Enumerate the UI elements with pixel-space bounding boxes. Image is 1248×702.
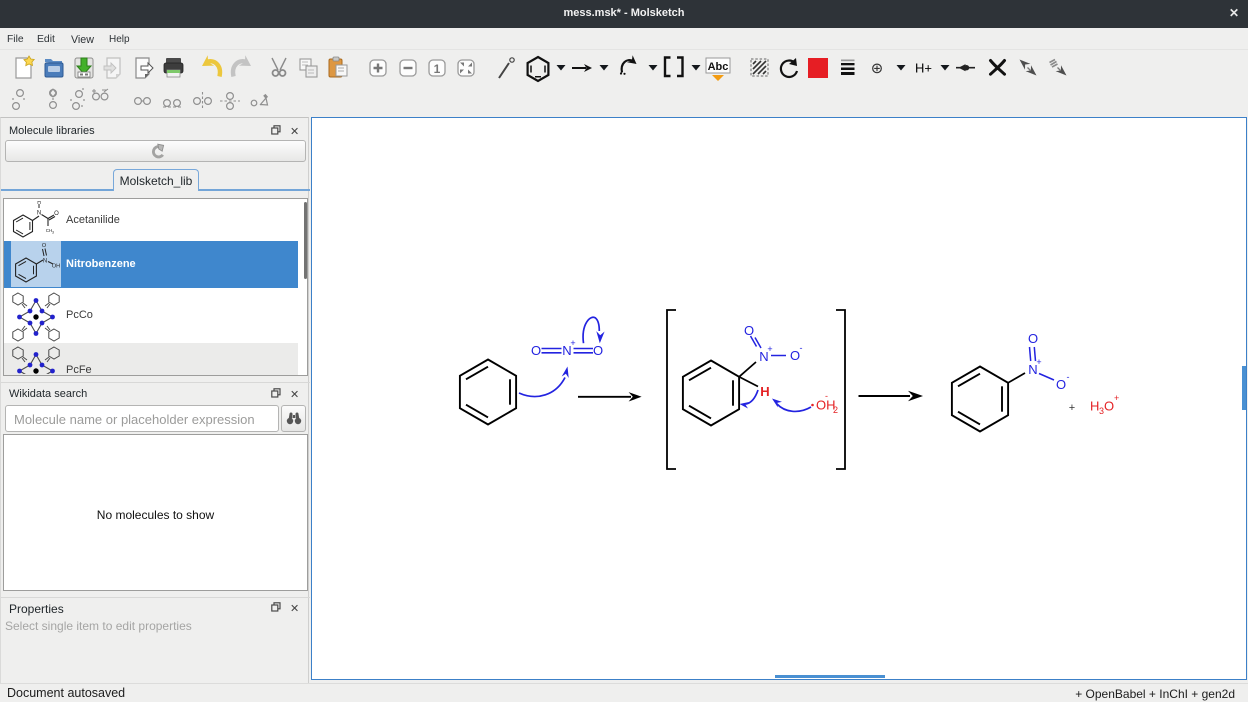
svg-text:+: + xyxy=(1114,393,1119,403)
svg-text:-: - xyxy=(800,343,803,353)
svg-text:3: 3 xyxy=(52,231,54,235)
svg-text:O: O xyxy=(1028,331,1038,346)
svg-text:O: O xyxy=(42,243,47,249)
svg-text:O: O xyxy=(593,343,603,358)
svg-text:+: + xyxy=(767,344,772,354)
svg-text:+: + xyxy=(1036,357,1041,367)
svg-text:-: - xyxy=(825,391,828,401)
svg-text:+: + xyxy=(570,338,575,348)
svg-text:O: O xyxy=(1056,377,1066,392)
svg-text:+: + xyxy=(1069,402,1075,414)
svg-text:1: 1 xyxy=(434,62,441,76)
svg-text:N: N xyxy=(37,211,41,217)
svg-text:Abc: Abc xyxy=(708,61,729,73)
svg-text:O: O xyxy=(54,211,59,217)
svg-text:O: O xyxy=(1104,399,1114,414)
svg-text:H+: H+ xyxy=(915,61,932,76)
svg-text:-: - xyxy=(1067,372,1070,382)
svg-text:H: H xyxy=(37,201,41,206)
svg-text:N: N xyxy=(43,259,47,265)
svg-text:O: O xyxy=(744,323,754,338)
svg-text:OH: OH xyxy=(52,264,60,270)
svg-text:2: 2 xyxy=(833,405,838,415)
svg-text:O: O xyxy=(531,343,541,358)
svg-text:H: H xyxy=(1090,399,1099,414)
svg-text:H: H xyxy=(760,384,769,399)
